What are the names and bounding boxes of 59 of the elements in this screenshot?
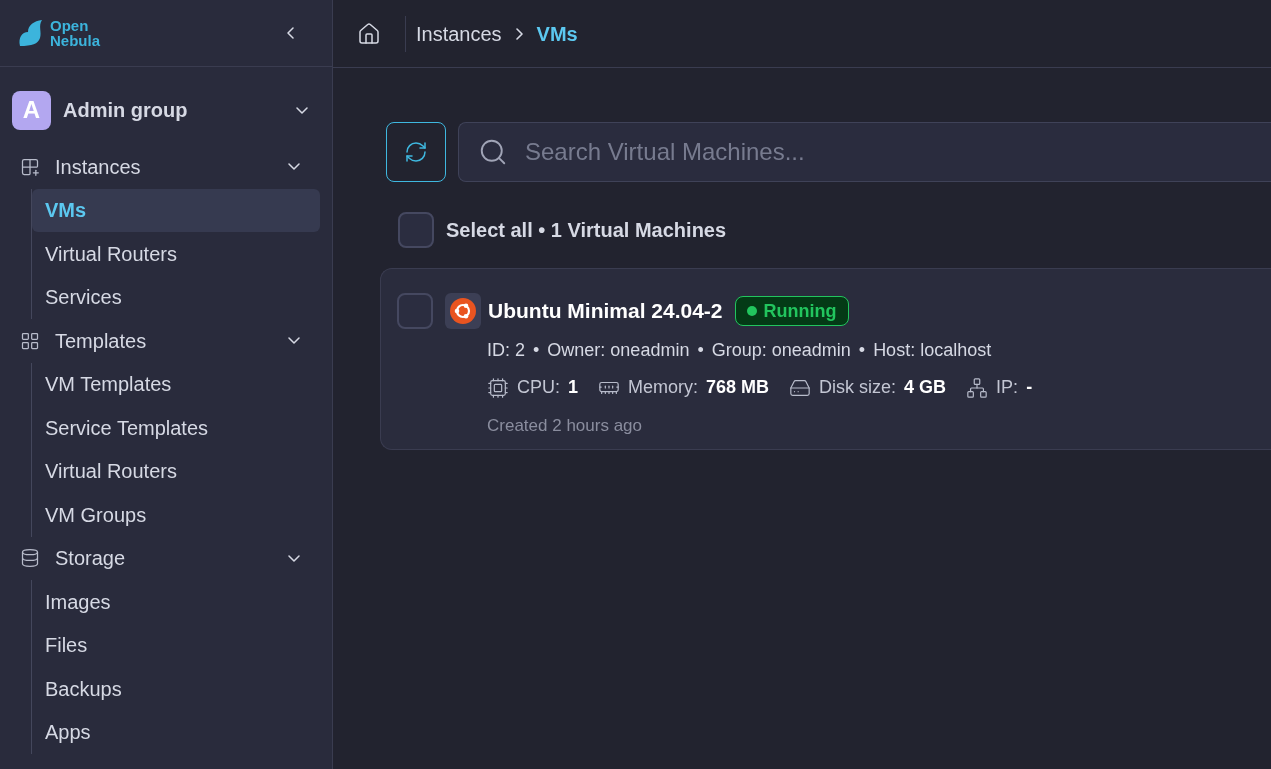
home-icon bbox=[357, 21, 381, 46]
group-selector[interactable]: A Admin group bbox=[12, 89, 320, 131]
nav-section[interactable]: Templates bbox=[12, 319, 320, 363]
vm-card[interactable]: Ubuntu Minimal 24.04-2 Running ID: 2 • Owner: oneadmin • Group: oneadmin • Host: localhost CPU: 1 Memory: 768 MB Disk size: 4 GB IP: - Created 2 hours ago bbox=[380, 268, 1271, 450]
grid-icon bbox=[20, 330, 40, 351]
checkbox[interactable] bbox=[398, 212, 434, 248]
refresh-button[interactable] bbox=[386, 122, 446, 182]
stat-label: Disk size: bbox=[819, 376, 897, 399]
meta-text: Owner: oneadmin bbox=[547, 339, 690, 362]
vm-name: Ubuntu Minimal 24.04-2 bbox=[488, 298, 723, 325]
nav-item[interactable]: Backups bbox=[32, 667, 320, 711]
stat-label: IP: bbox=[996, 376, 1019, 399]
database-icon bbox=[20, 548, 40, 569]
home-button[interactable] bbox=[357, 15, 406, 52]
breadcrumb-link[interactable]: VMs bbox=[536, 18, 578, 49]
nav-item[interactable]: Virtual Routers bbox=[32, 449, 320, 493]
breadcrumb-separator-icon bbox=[515, 27, 523, 40]
nav-item[interactable]: Virtual Routers bbox=[32, 232, 320, 276]
nav-item[interactable]: Services bbox=[32, 275, 320, 319]
collapse-button[interactable] bbox=[287, 27, 294, 39]
nav-section[interactable]: Instances bbox=[12, 145, 320, 189]
chip-icon bbox=[487, 376, 509, 399]
search-field[interactable]: Search Virtual Machines... bbox=[458, 122, 1271, 182]
created-text: Created 2 hours ago bbox=[487, 415, 643, 437]
meta-text: Group: oneadmin bbox=[711, 339, 851, 362]
status-badge: Running bbox=[734, 296, 849, 326]
chevron-down-icon bbox=[288, 163, 300, 171]
meta-text: Host: localhost bbox=[873, 339, 992, 362]
nav-item[interactable]: Service Templates bbox=[32, 406, 320, 450]
stat-label: CPU: bbox=[517, 376, 560, 399]
chevron-down-icon bbox=[288, 554, 300, 562]
nav-item[interactable]: Images bbox=[32, 580, 320, 624]
meta-text: ID: 2 bbox=[487, 339, 525, 362]
dot-separator: • bbox=[858, 339, 866, 362]
chevron-down-icon bbox=[288, 337, 300, 345]
chevron-left-icon bbox=[287, 27, 294, 39]
stat-value: 4 GB bbox=[904, 376, 947, 399]
search-icon bbox=[478, 137, 508, 167]
refresh-icon bbox=[404, 140, 428, 164]
stat-label: Memory: bbox=[628, 376, 699, 399]
grid-plus-icon bbox=[20, 156, 40, 177]
group-avatar: A bbox=[12, 90, 51, 130]
os-logo-icon bbox=[445, 293, 481, 329]
stat-value: - bbox=[1026, 376, 1033, 399]
nav-section[interactable]: Storage bbox=[12, 536, 320, 580]
nav-item[interactable]: Files bbox=[32, 623, 320, 667]
checkbox[interactable] bbox=[397, 293, 433, 329]
logo-text: Open Nebula bbox=[50, 18, 100, 48]
nav-item[interactable]: VMs bbox=[32, 188, 320, 232]
select-all-label: Select all • 1 Virtual Machines bbox=[446, 218, 727, 243]
stat-value: 768 MB bbox=[706, 376, 770, 399]
nav-item[interactable]: Apps bbox=[32, 710, 320, 754]
dot-separator: • bbox=[533, 339, 540, 362]
nav-item[interactable]: VM Templates bbox=[32, 362, 320, 406]
stat-value: 1 bbox=[568, 376, 579, 399]
breadcrumb-link[interactable]: Instances bbox=[416, 18, 502, 49]
network-icon bbox=[966, 376, 989, 399]
dot-separator: • bbox=[697, 339, 704, 362]
nav-item[interactable]: VM Groups bbox=[32, 493, 320, 537]
